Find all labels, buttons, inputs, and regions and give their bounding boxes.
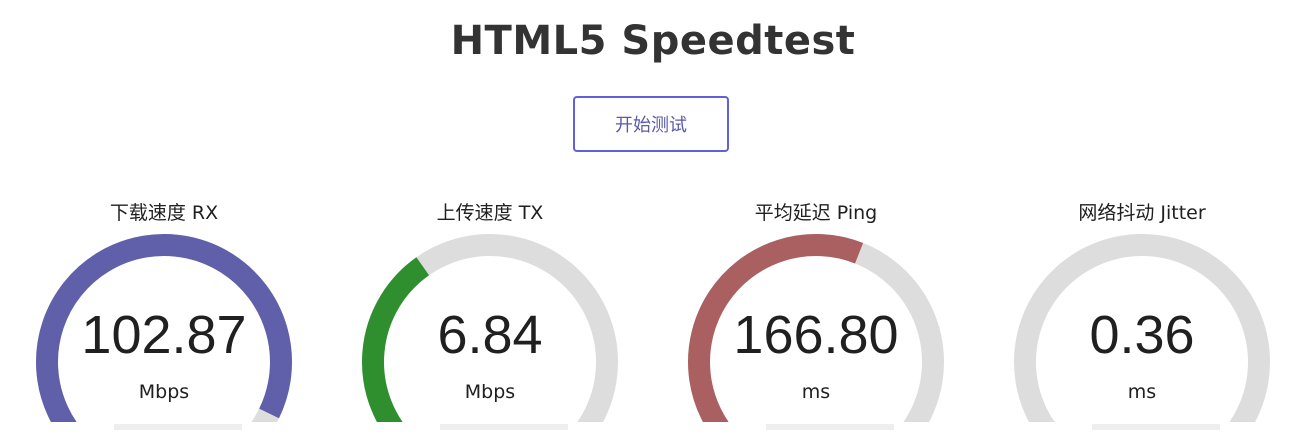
gauge-value: 0.36 (1089, 305, 1195, 365)
gauge-label: 下载速度 RX (109, 202, 219, 224)
gauge-download: 下载速度 RX 102.87 Mbps (14, 196, 314, 445)
page-title: HTML5 Speedtest (450, 18, 856, 64)
gauge-label: 网络抖动 Jitter (1078, 202, 1206, 224)
gauge-value: 166.80 (733, 305, 899, 365)
gauge-progress-bar (114, 424, 242, 430)
gauge-unit: Mbps (138, 381, 190, 403)
gauge-unit: ms (1127, 381, 1157, 403)
gauge-unit: ms (801, 381, 831, 403)
gauge-value: 6.84 (437, 305, 543, 365)
gauge-progress-bar (766, 424, 894, 430)
gauge-progress-bar (440, 424, 568, 430)
gauge-label: 平均延迟 Ping (754, 202, 878, 224)
gauge-label: 上传速度 TX (436, 202, 544, 224)
gauge-jitter: 网络抖动 Jitter 0.36 ms (992, 196, 1292, 445)
start-test-button[interactable]: 开始测试 (573, 96, 729, 152)
gauge-upload: 上传速度 TX 6.84 Mbps (340, 196, 640, 445)
gauge-value: 102.87 (81, 305, 247, 365)
gauge-unit: Mbps (464, 381, 516, 403)
gauge-progress-bar (1092, 424, 1220, 430)
gauge-ping: 平均延迟 Ping 166.80 ms (666, 196, 966, 445)
